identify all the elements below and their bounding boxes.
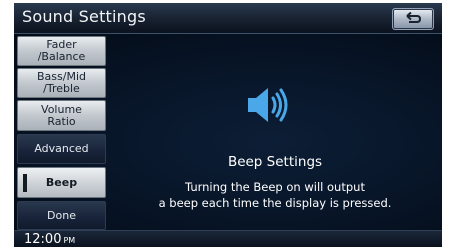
selected-marker xyxy=(23,174,27,192)
sidebar-item-bass-mid-treble[interactable]: Bass/Mid /Treble xyxy=(17,68,106,98)
content-description: Turning the Beep on will output a beep e… xyxy=(108,179,442,211)
sidebar-item-volume-ratio[interactable]: Volume Ratio xyxy=(17,100,106,131)
main-area: Fader /Balance Bass/Mid /Treble Volume R… xyxy=(14,34,442,230)
sidebar: Fader /Balance Bass/Mid /Treble Volume R… xyxy=(17,34,106,230)
clock: 12:00 PM xyxy=(24,232,75,247)
content-title: Beep Settings xyxy=(227,154,323,170)
speaker-volume-icon xyxy=(248,88,288,122)
clock-time: 12:00 xyxy=(24,232,62,247)
status-bar: 12:00 PM xyxy=(14,230,442,247)
back-button[interactable] xyxy=(392,8,434,30)
description-line: Turning the Beep on will output xyxy=(185,180,365,194)
description-line: a beep each time the display is pressed. xyxy=(158,196,392,210)
sidebar-item-label: Beep xyxy=(45,175,78,189)
sidebar-item-label: Advanced xyxy=(34,142,89,155)
sidebar-item-advanced[interactable]: Advanced xyxy=(17,134,106,164)
sidebar-item-fader-balance[interactable]: Fader /Balance xyxy=(17,36,106,66)
sidebar-item-label: Fader /Balance xyxy=(37,38,86,63)
sidebar-item-label: Volume Ratio xyxy=(41,102,82,128)
clock-ampm: PM xyxy=(63,236,76,245)
head-unit-screen: Sound Settings Fader /Balance Bass/Mid /… xyxy=(14,3,442,247)
sidebar-item-label: Done xyxy=(47,208,76,222)
back-arrow-icon xyxy=(406,11,422,23)
sidebar-item-label: Bass/Mid /Treble xyxy=(37,70,86,95)
page-title: Sound Settings xyxy=(22,7,146,26)
sidebar-item-done[interactable]: Done xyxy=(17,201,106,230)
title-bar: Sound Settings xyxy=(14,3,442,34)
sidebar-item-beep[interactable]: Beep xyxy=(17,167,106,198)
